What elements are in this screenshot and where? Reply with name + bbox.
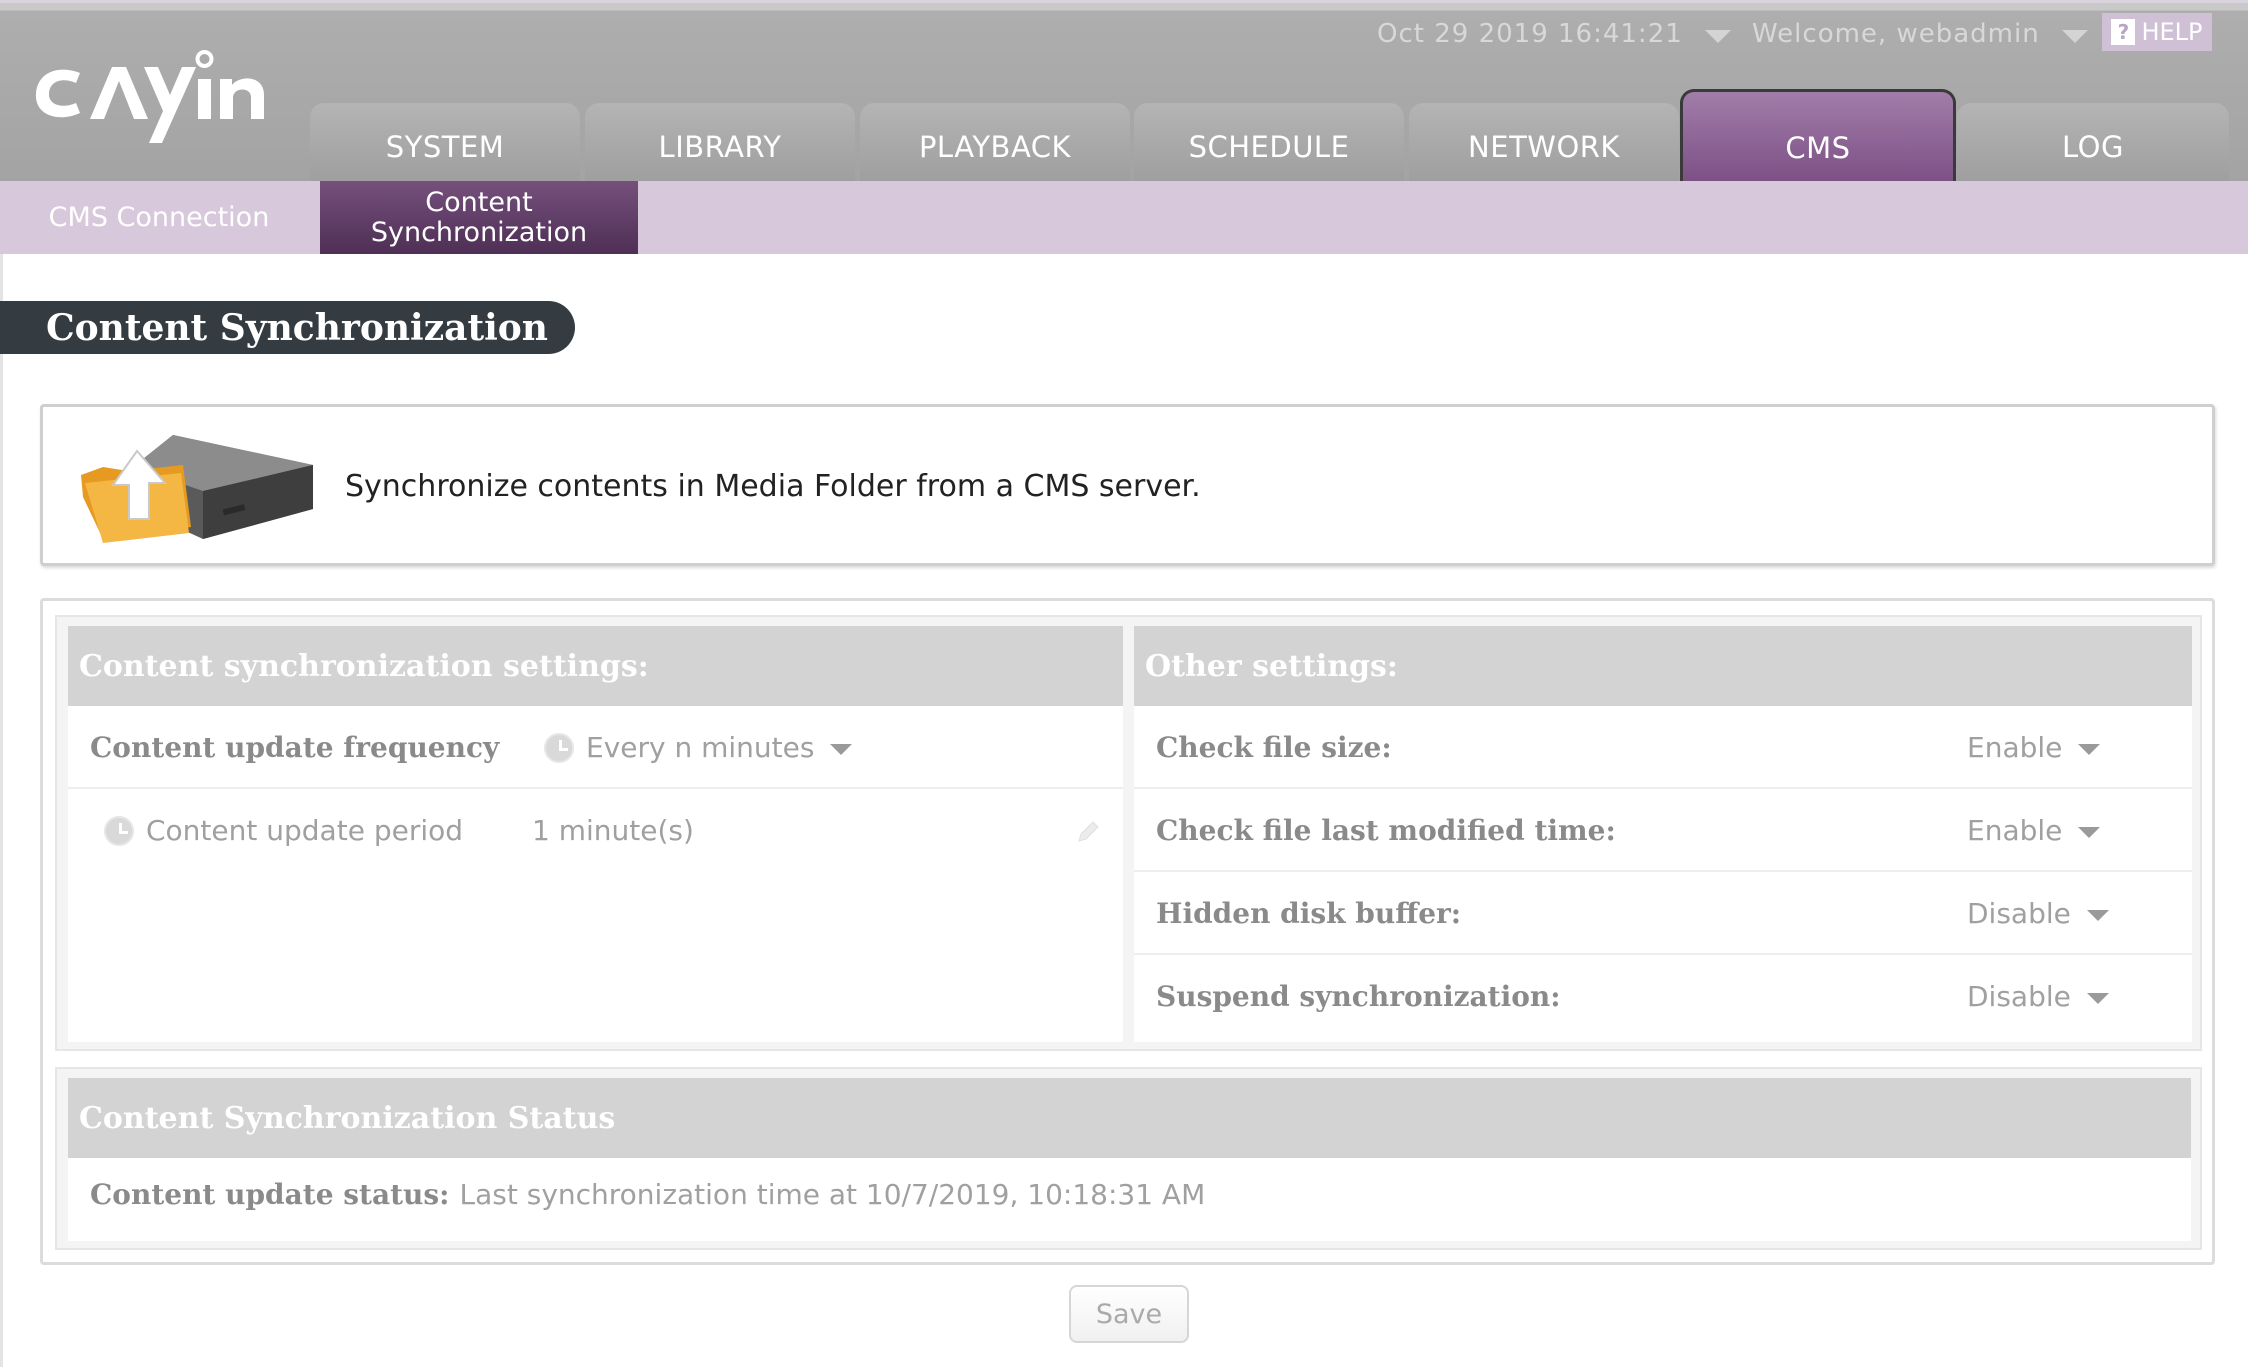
tab-cms[interactable]: CMS [1680, 89, 1956, 184]
subnav-label: CMS Connection [48, 201, 270, 233]
sync-status-heading: Content Synchronization Status [68, 1078, 2191, 1158]
check-file-size-select[interactable]: Enable [1967, 706, 2101, 789]
page-left-border [0, 254, 3, 1367]
suspend-sync-label: Suspend synchronization: [1156, 980, 1561, 1013]
check-file-size-value: Enable [1967, 731, 2063, 764]
help-label: HELP [2141, 18, 2203, 46]
sync-status-label: Content update status: [90, 1178, 450, 1211]
suspend-sync-select[interactable]: Disable [1967, 955, 2109, 1038]
hidden-disk-buffer-label: Hidden disk buffer: [1156, 897, 1462, 930]
subnav-label-line1: Content [425, 186, 533, 218]
frequency-row: Content update frequency Every n minutes [68, 706, 1123, 789]
frequency-select[interactable]: Every n minutes [544, 706, 853, 789]
sync-status-value: Last synchronization time at 10/7/2019, … [459, 1178, 1206, 1211]
help-icon: ? [2111, 19, 2136, 45]
tab-log[interactable]: LOG [1957, 103, 2229, 184]
pencil-icon[interactable] [1075, 819, 1101, 845]
period-label: Content update period [146, 814, 464, 847]
period-value[interactable]: 1 minute(s) [532, 789, 694, 872]
check-modified-time-select[interactable]: Enable [1967, 789, 2101, 872]
subnav-content-synchronization[interactable]: Content Synchronization [320, 181, 638, 254]
sync-status-panel: Content Synchronization Status Content u… [68, 1078, 2191, 1241]
check-modified-time-row: Check file last modified time: Enable [1134, 789, 2192, 872]
chevron-down-icon [2078, 827, 2101, 838]
settings-panels: Content synchronization settings: Conten… [55, 615, 2202, 1051]
suspend-sync-value: Disable [1967, 980, 2071, 1013]
period-label-group: Content update period [104, 789, 463, 872]
sub-navigation: CMS Connection Content Synchronization [0, 181, 2248, 254]
datetime-dropdown[interactable]: Oct 29 2019 16:41:21 [1377, 19, 1731, 49]
folder-upload-device-icon [81, 435, 313, 543]
settings-container: Content synchronization settings: Conten… [40, 598, 2215, 1265]
check-modified-time-label: Check file last modified time: [1156, 814, 1616, 847]
welcome-text: Welcome, webadmin [1752, 19, 2040, 49]
tab-schedule[interactable]: SCHEDULE [1134, 103, 1404, 184]
chevron-down-icon [2061, 29, 2088, 43]
period-row: Content update period 1 minute(s) [68, 789, 1123, 872]
check-file-size-label: Check file size: [1156, 731, 1392, 764]
clock-icon [544, 732, 574, 763]
hidden-disk-buffer-select[interactable]: Disable [1967, 872, 2109, 955]
sync-status-line: Content update status: Last synchronizati… [90, 1178, 1205, 1211]
frequency-label: Content update frequency [90, 731, 500, 764]
other-settings-panel: Other settings: Check file size: Enable … [1134, 626, 2192, 1042]
subnav-cms-connection[interactable]: CMS Connection [0, 181, 318, 254]
tab-playback[interactable]: PLAYBACK [860, 103, 1130, 184]
main-nav-tabs: SYSTEM LIBRARY PLAYBACK SCHEDULE NETWORK… [0, 89, 2248, 184]
sync-settings-panel: Content synchronization settings: Conten… [68, 626, 1123, 1042]
check-modified-time-value: Enable [1967, 814, 2063, 847]
chevron-down-icon [1704, 29, 1731, 43]
other-settings-heading: Other settings: [1134, 626, 2192, 706]
user-menu-dropdown[interactable]: Welcome, webadmin [1752, 19, 2088, 49]
chevron-down-icon [830, 744, 853, 755]
frequency-value: Every n minutes [586, 731, 815, 764]
hidden-disk-buffer-row: Hidden disk buffer: Disable [1134, 872, 2192, 955]
chevron-down-icon [2086, 910, 2109, 921]
subnav-label-line2: Synchronization [370, 216, 588, 248]
tab-network[interactable]: NETWORK [1409, 103, 1679, 184]
sync-settings-heading: Content synchronization settings: [68, 626, 1123, 706]
datetime-text: Oct 29 2019 16:41:21 [1377, 19, 1683, 49]
top-header: Oct 29 2019 16:41:21 Welcome, webadmin ?… [0, 0, 2248, 184]
tab-library[interactable]: LIBRARY [585, 103, 855, 184]
suspend-sync-row: Suspend synchronization: Disable [1134, 955, 2192, 1038]
description-box: Synchronize contents in Media Folder fro… [40, 404, 2215, 566]
chevron-down-icon [2078, 744, 2101, 755]
help-button[interactable]: ? HELP [2102, 13, 2212, 51]
page-title: Content Synchronization [0, 301, 575, 354]
clock-icon [104, 815, 134, 846]
hidden-disk-buffer-value: Disable [1967, 897, 2071, 930]
check-file-size-row: Check file size: Enable [1134, 706, 2192, 789]
save-button[interactable]: Save [1069, 1285, 1189, 1343]
description-text: Synchronize contents in Media Folder fro… [345, 469, 1201, 504]
tab-system[interactable]: SYSTEM [310, 103, 580, 184]
sync-status-section: Content Synchronization Status Content u… [55, 1067, 2202, 1250]
chevron-down-icon [2086, 993, 2109, 1004]
